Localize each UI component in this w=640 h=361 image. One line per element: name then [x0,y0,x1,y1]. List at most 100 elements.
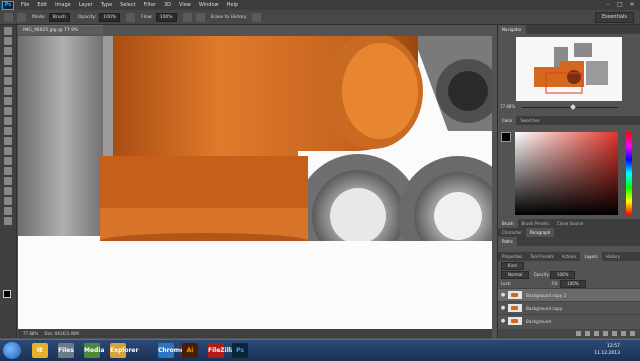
minimize-button[interactable]: – [602,0,614,10]
blend-mode-select[interactable]: Normal [501,270,530,279]
taskbar-app-chrome[interactable]: Chrome [158,343,184,358]
shape-tool-icon[interactable] [4,197,12,205]
flow-input[interactable]: 100% [155,12,177,22]
foreground-color-swatch[interactable] [3,290,11,298]
history-checkbox-icon[interactable] [195,12,205,22]
new-layer-icon[interactable] [621,331,626,336]
taskbar-app-explorer[interactable]: Explorer [110,343,138,358]
tab-color[interactable]: Color [498,116,517,125]
color-panel-swatch[interactable] [501,132,511,142]
menu-help[interactable]: Help [223,0,242,10]
tab-paragraph[interactable]: Paragraph [525,228,555,237]
mask-icon[interactable] [594,331,599,336]
layer-kind-filter[interactable]: Kind [501,261,524,270]
pressure-opacity-icon[interactable] [126,12,136,22]
navigator-thumbnail[interactable] [516,37,622,101]
layer-name: Background copy 2 [526,292,567,298]
brush-preset-icon[interactable] [17,12,26,22]
tab-tool-presets[interactable]: Tool Presets [526,252,558,261]
tab-properties[interactable]: Properties [498,252,526,261]
document-canvas[interactable] [18,36,492,329]
color-picker-field[interactable] [515,132,618,215]
clock-time: 12:57 [607,344,620,349]
eyedropper-tool-icon[interactable] [4,77,12,85]
navigator-zoom-knob[interactable] [570,104,576,110]
eraser-tool-icon[interactable] [4,12,13,22]
menu-select[interactable]: Select [116,0,139,10]
navigator-zoom[interactable]: 77.88% [500,104,515,109]
blur-tool-icon[interactable] [4,147,12,155]
airbrush-icon[interactable] [182,12,192,22]
workspace-switcher[interactable]: Essentials [594,12,634,23]
menu-type[interactable]: Type [97,0,116,10]
hue-slider[interactable] [626,132,632,215]
taskbar-app-media[interactable]: Media [84,343,104,358]
type-tool-icon[interactable] [4,177,12,185]
adjustment-layer-icon[interactable] [603,331,608,336]
menu-3d[interactable]: 3D [160,0,175,10]
tab-swatches[interactable]: Swatches [516,116,543,125]
opacity-input[interactable]: 100% [99,12,121,22]
start-button[interactable] [3,342,21,359]
tab-navigator[interactable]: Navigator [498,25,526,34]
pen-tool-icon[interactable] [4,167,12,175]
menu-image[interactable]: Image [51,0,75,10]
taskbar-app-photoshop[interactable]: Ps [232,343,248,358]
tab-character[interactable]: Character [498,228,526,237]
new-group-icon[interactable] [612,331,617,336]
tab-history[interactable]: History [602,252,624,261]
stamp-tool-icon[interactable] [4,107,12,115]
path-select-tool-icon[interactable] [4,187,12,195]
gradient-tool-icon[interactable] [4,137,12,145]
lasso-tool-icon[interactable] [4,47,12,55]
layer-row[interactable]: ● Background copy 2 [498,288,640,301]
move-tool-icon[interactable] [4,27,12,35]
fx-icon[interactable] [585,331,590,336]
link-layers-icon[interactable] [576,331,581,336]
taskbar-app-files[interactable]: Files [58,343,74,358]
tab-layers[interactable]: Layers [580,252,602,261]
layer-row[interactable]: ● Background copy [498,301,640,314]
eye-icon[interactable]: ● [498,292,508,298]
menu-filter[interactable]: Filter [140,0,160,10]
eye-icon[interactable]: ● [498,318,508,324]
tab-brush-presets[interactable]: Brush Presets [518,219,553,228]
crop-tool-icon[interactable] [4,67,12,75]
menu-edit[interactable]: Edit [33,0,51,10]
menu-layer[interactable]: Layer [75,0,97,10]
maximize-button[interactable]: □ [614,0,626,10]
tab-paths[interactable]: Paths [498,237,517,246]
taskbar-app-illustrator[interactable]: Ai [182,343,198,358]
layer-opacity-input[interactable]: 100% [549,270,576,279]
hand-tool-icon[interactable] [4,207,12,215]
pressure-size-icon[interactable] [251,12,261,22]
marquee-tool-icon[interactable] [4,37,12,45]
trash-icon[interactable] [630,331,635,336]
taskbar-app-ie[interactable]: IE [32,343,48,358]
fill-input[interactable]: 100% [560,279,586,288]
tab-actions[interactable]: Actions [558,252,581,261]
windows-taskbar: IE Files Media Explorer Chrome Ai FileZi… [0,339,640,361]
menu-file[interactable]: File [17,0,33,10]
history-brush-tool-icon[interactable] [4,117,12,125]
dodge-tool-icon[interactable] [4,157,12,165]
eye-icon[interactable]: ● [498,305,508,311]
tab-brush[interactable]: Brush [498,219,518,228]
brush-tool-icon[interactable] [4,97,12,105]
mode-select[interactable]: Brush [48,12,70,22]
close-button[interactable]: ✕ [626,0,638,10]
system-clock[interactable]: 12:57 11.12.2013 [594,343,620,357]
zoom-readout[interactable]: 77.88% [23,331,38,336]
document-tab[interactable]: IMG_96025.jpg @ 77.9% (Background copy 2… [18,25,103,43]
tools-panel [0,25,17,338]
zoom-tool-icon[interactable] [4,217,12,225]
menu-view[interactable]: View [175,0,195,10]
tab-clone-source[interactable]: Clone Source [553,219,587,228]
eraser-tool-icon[interactable] [4,127,12,135]
taskbar-app-filezilla[interactable]: FileZilla [208,343,235,358]
quick-select-tool-icon[interactable] [4,57,12,65]
layer-row[interactable]: ● Background [498,314,640,327]
healing-tool-icon[interactable] [4,87,12,95]
color-panel [498,125,640,219]
menu-window[interactable]: Window [195,0,223,10]
